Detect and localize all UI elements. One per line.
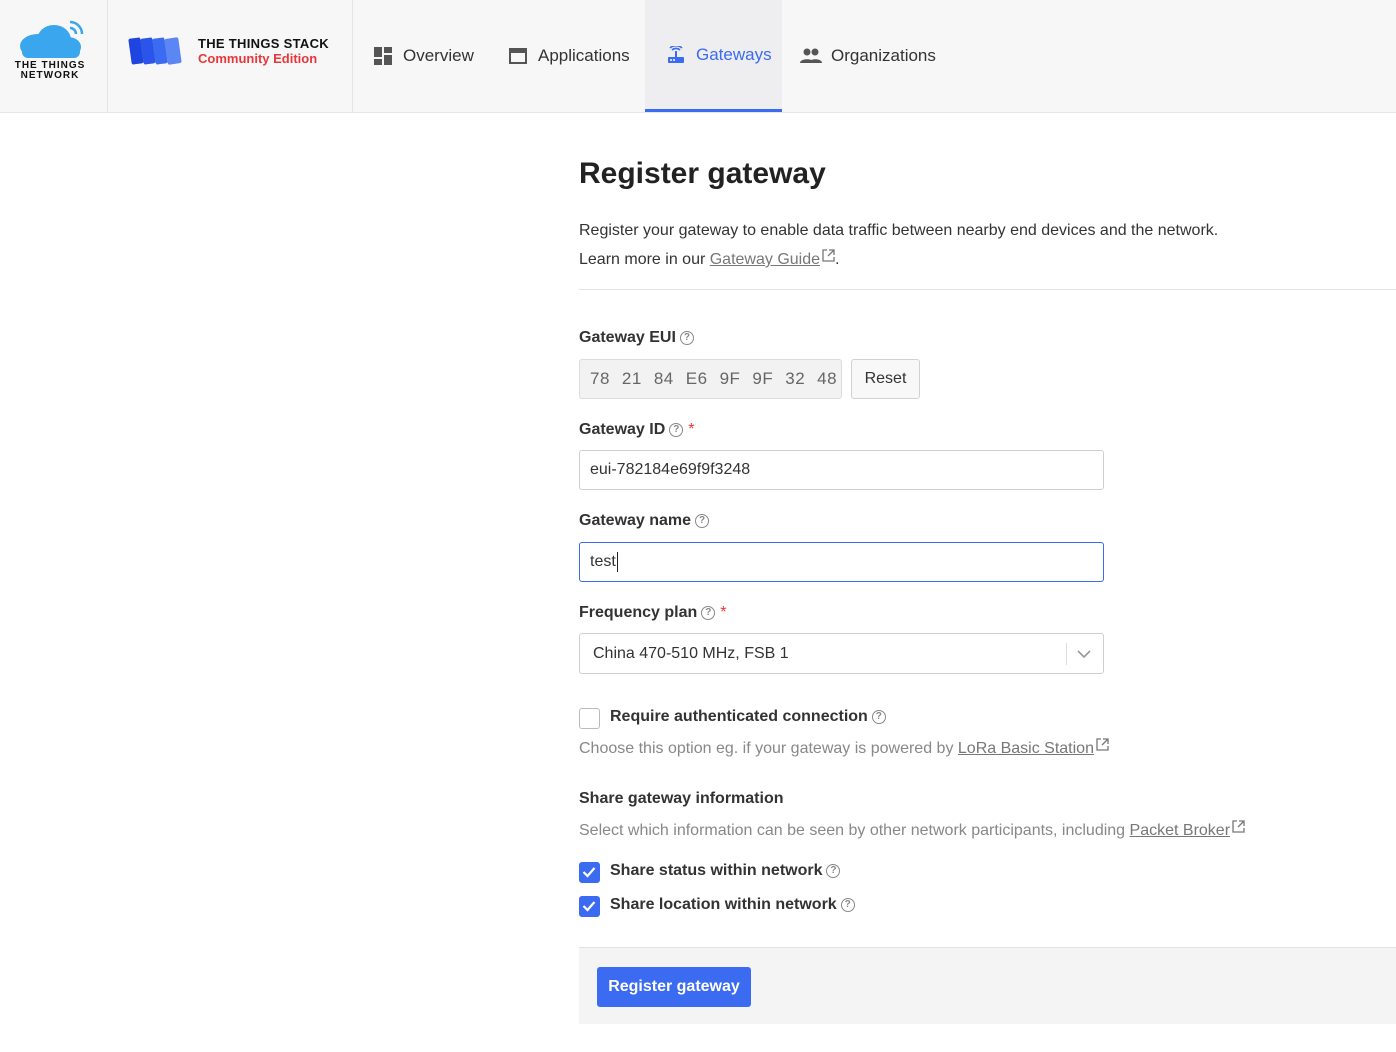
select-separator: [1066, 643, 1067, 665]
section-divider: [579, 289, 1396, 290]
nav-organizations-label: Organizations: [831, 46, 936, 65]
share-status-label-text: Share status within network: [610, 862, 823, 879]
window-icon: [507, 45, 529, 67]
gateway-name-label-text: Gateway name: [579, 512, 692, 529]
stack-title: THE THINGS STACK: [198, 36, 329, 51]
share-status-checkbox[interactable]: [579, 862, 600, 883]
frequency-plan-label: Frequency plan ? *: [579, 604, 726, 622]
external-link-icon: [1096, 738, 1109, 751]
nav-overview[interactable]: Overview: [372, 0, 474, 112]
gateway-name-label: Gateway name ?: [579, 512, 710, 530]
help-icon[interactable]: ?: [871, 710, 886, 724]
eui-byte: 32: [785, 369, 806, 388]
eui-byte: E6: [685, 369, 708, 388]
stack-logo-icon: [128, 37, 182, 65]
description-suffix: .: [835, 251, 840, 268]
people-icon: [800, 45, 822, 67]
help-icon[interactable]: ?: [695, 514, 710, 528]
eui-byte: 84: [653, 369, 674, 388]
help-icon[interactable]: ?: [826, 864, 841, 878]
form-submit-bar: Register gateway: [579, 947, 1396, 1024]
share-info-hint: Select which information can be seen by …: [579, 820, 1245, 840]
gateway-eui-label-text: Gateway EUI: [579, 329, 676, 346]
gateway-eui-label: Gateway EUI ?: [579, 329, 694, 347]
nav-gateways-label: Gateways: [696, 44, 772, 64]
share-location-label-text: Share location within network: [610, 896, 837, 913]
frequency-plan-select[interactable]: China 470-510 MHz, FSB 1: [579, 633, 1104, 674]
eui-byte: 9F: [752, 369, 774, 388]
frequency-plan-label-text: Frequency plan: [579, 604, 698, 621]
frequency-plan-value: China 470-510 MHz, FSB 1: [593, 644, 789, 662]
gateway-name-input[interactable]: test: [579, 542, 1104, 582]
help-icon[interactable]: ?: [701, 606, 716, 620]
ttn-logo[interactable]: THE THINGS NETWORK: [0, 0, 108, 113]
nav-overview-label: Overview: [403, 46, 474, 65]
share-status-label: Share status within network ?: [610, 862, 841, 880]
cloud-logo-icon: [20, 20, 84, 58]
eui-byte: 78: [590, 369, 610, 388]
required-marker: *: [720, 604, 727, 621]
chevron-down-icon[interactable]: [1075, 645, 1093, 663]
dashboard-icon: [372, 45, 394, 67]
required-marker: *: [688, 421, 695, 438]
help-icon[interactable]: ?: [669, 423, 684, 437]
help-icon[interactable]: ?: [840, 898, 855, 912]
checkmark-icon: [582, 901, 596, 912]
reset-button[interactable]: Reset: [851, 359, 920, 399]
share-info-title: Share gateway information: [579, 790, 784, 807]
share-location-label: Share location within network ?: [610, 896, 855, 914]
share-location-checkbox[interactable]: [579, 896, 600, 917]
auth-connection-checkbox[interactable]: [579, 708, 600, 729]
external-link-icon: [822, 249, 835, 262]
description-line2: Learn more in our Gateway Guide.: [579, 245, 1218, 274]
packet-broker-link[interactable]: Packet Broker: [1130, 822, 1230, 839]
eui-byte: 48: [817, 369, 838, 388]
gateway-id-value: eui-782184e69f9f3248: [590, 461, 751, 478]
gateway-id-input[interactable]: eui-782184e69f9f3248: [579, 450, 1104, 490]
nav-applications[interactable]: Applications: [507, 0, 630, 112]
register-gateway-button[interactable]: Register gateway: [597, 967, 751, 1007]
gateway-id-label-text: Gateway ID: [579, 421, 666, 438]
router-icon: [665, 44, 687, 66]
gateway-id-label: Gateway ID ? *: [579, 421, 695, 439]
page-title: Register gateway: [579, 157, 826, 190]
eui-byte: 9F: [719, 369, 741, 388]
nav-organizations[interactable]: Organizations: [800, 0, 936, 112]
the-things-stack-logo[interactable]: THE THINGS STACK Community Edition: [108, 0, 353, 113]
auth-connection-label: Require authenticated connection ?: [610, 708, 886, 726]
eui-byte: 21: [621, 369, 642, 388]
text-caret: [616, 552, 618, 572]
checkmark-icon: [582, 867, 596, 878]
gateway-eui-field[interactable]: 78 21 84 E6 9F 9F 32 48: [579, 359, 842, 399]
lora-basic-station-link[interactable]: LoRa Basic Station: [958, 740, 1094, 757]
auth-connection-hint: Choose this option eg. if your gateway i…: [579, 738, 1109, 758]
external-link-icon: [1232, 820, 1245, 833]
stack-edition: Community Edition: [198, 51, 318, 66]
nav-applications-label: Applications: [538, 46, 630, 65]
ttn-logo-line2: NETWORK: [20, 70, 80, 81]
nav-gateways[interactable]: Gateways: [645, 0, 782, 112]
auth-hint-prefix: Choose this option eg. if your gateway i…: [579, 740, 958, 757]
description-line1: Register your gateway to enable data tra…: [579, 222, 1219, 239]
share-hint-prefix: Select which information can be seen by …: [579, 822, 1130, 839]
gateway-guide-link[interactable]: Gateway Guide: [710, 251, 820, 268]
top-header: THE THINGS NETWORK THE THINGS STACK Comm…: [0, 0, 1396, 113]
help-icon[interactable]: ?: [679, 331, 694, 345]
description-prefix: Learn more in our: [579, 251, 710, 268]
page-description: Register your gateway to enable data tra…: [579, 216, 1218, 274]
auth-connection-label-text: Require authenticated connection: [610, 708, 868, 725]
gateway-name-value: test: [590, 553, 616, 570]
